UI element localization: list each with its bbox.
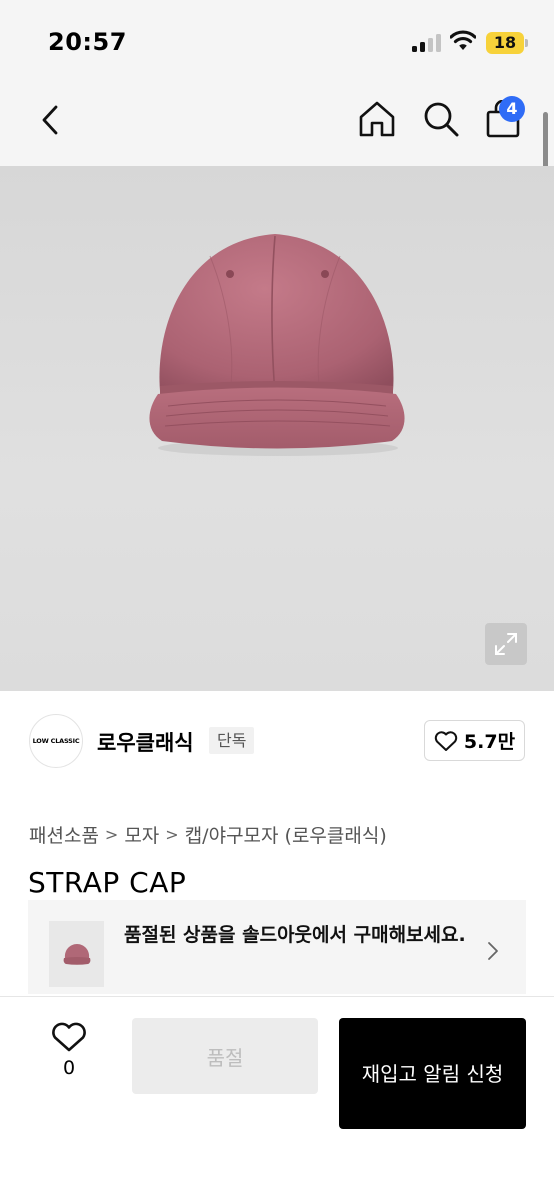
soldout-banner-text: 품절된 상품을 솔드아웃에서 구매해보세요. [124,924,466,946]
search-button[interactable] [418,96,464,142]
breadcrumb-item[interactable]: 모자 [124,821,159,848]
battery-level: 18 [493,33,517,52]
breadcrumb-item[interactable]: 패션소품 [29,821,99,848]
breadcrumb-item[interactable]: 캡/야구모자 (로우클래식) [185,821,387,848]
home-button[interactable] [354,96,400,142]
expand-icon [495,633,517,655]
brand-like-button[interactable]: 5.7만 [424,720,525,761]
product-title: STRAP CAP [28,866,187,899]
status-bar: 20:57 18 [0,0,554,88]
back-button[interactable] [30,98,70,142]
cart-count-badge: 4 [499,96,525,122]
wishlist-count: 0 [62,1057,76,1079]
battery-tip [525,39,528,47]
cap-image [149,234,405,456]
brand-name[interactable]: 로우클래식 [97,727,194,757]
breadcrumb-separator: > [165,825,179,844]
soldout-button[interactable]: 품절 [132,1018,318,1094]
home-icon [359,101,395,137]
cellular-signal-icon [412,34,442,52]
expand-image-button[interactable] [485,623,527,665]
bottom-action-bar: 0 품절 재입고 알림 신청 [0,997,554,1200]
chevron-right-icon [488,942,498,960]
brand-like-count: 5.7만 [463,731,516,753]
wishlist-button[interactable]: 0 [44,1021,94,1095]
top-nav-bar [0,88,554,166]
search-icon [424,102,459,137]
breadcrumb-separator: > [104,825,119,844]
wifi-icon [449,30,477,56]
exclusive-badge: 단독 [209,727,255,754]
heart-icon [52,1022,86,1052]
restock-alert-button[interactable]: 재입고 알림 신청 [339,1018,526,1129]
brand-logo-text: LOW CLASSIC [32,737,80,745]
heart-icon [434,730,458,751]
soldout-banner[interactable]: 품절된 상품을 솔드아웃에서 구매해보세요. [28,900,526,994]
product-image[interactable] [0,166,554,691]
status-time: 20:57 [48,28,127,56]
brand-logo[interactable]: LOW CLASSIC [29,714,83,768]
chevron-left-icon [42,105,58,135]
product-thumbnail [49,921,104,987]
breadcrumb: 패션소품 > 모자 > 캡/야구모자 (로우클래식) [29,821,387,848]
